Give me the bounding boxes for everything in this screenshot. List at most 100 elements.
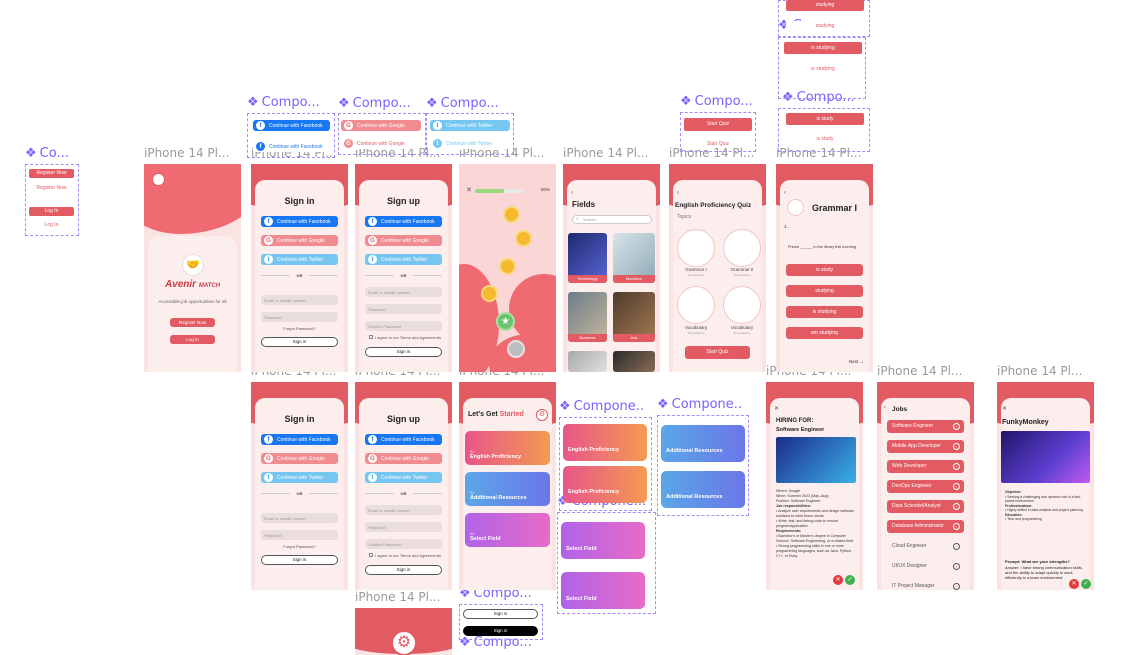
facebook-button[interactable]: f Continue with Facebook	[365, 216, 442, 227]
english-proficiency-card-alt[interactable]: English Proficiency	[563, 466, 647, 503]
field-tile-technology[interactable]: Technology	[568, 233, 607, 283]
back-arrow-icon[interactable]: ‹	[784, 190, 786, 196]
twitter-button[interactable]: t Continue with Twitter	[261, 472, 338, 483]
email-input[interactable]: Email or mobile number	[261, 295, 338, 305]
start-quiz-button[interactable]: Start Quiz	[685, 346, 750, 359]
sign-in-button[interactable]: Sign in	[365, 347, 442, 357]
email-input[interactable]: Email or mobile number	[365, 505, 442, 515]
speech-bubble-icon[interactable]	[677, 286, 715, 324]
email-input[interactable]: Email or mobile number	[365, 287, 442, 297]
forgot-password-link[interactable]: Forgot Password?	[251, 544, 348, 549]
google-button-alt[interactable]: G Continue with Google	[341, 138, 421, 149]
additional-resources-card-alt[interactable]: Additional Resources	[661, 471, 745, 508]
level-coin-icon[interactable]	[515, 230, 532, 247]
job-item[interactable]: IT Project Manager ›	[887, 580, 964, 590]
accept-icon[interactable]: ✓	[845, 575, 855, 585]
start-quiz-button-alt[interactable]: Start Quiz	[684, 139, 752, 150]
facebook-button[interactable]: f Continue with Facebook	[365, 434, 442, 445]
additional-resources-card[interactable]: 02 Additional Resources	[465, 472, 550, 506]
answer-option-4[interactable]: am studying	[786, 327, 863, 339]
level-coin-icon[interactable]	[503, 206, 520, 223]
studying-option-alt[interactable]: studying	[786, 21, 864, 32]
answer-option-3[interactable]: is studying	[786, 306, 863, 318]
next-link[interactable]: Next →	[849, 359, 864, 364]
select-field-card-alt[interactable]: Select Field	[561, 572, 645, 609]
select-field-card[interactable]: Select Field	[561, 522, 645, 559]
google-button[interactable]: G Continue with Google	[365, 235, 442, 246]
locked-level-icon[interactable]	[507, 340, 525, 358]
facebook-button-alt[interactable]: f Continue with Facebook	[253, 141, 330, 152]
google-button[interactable]: G Continue with Google	[261, 235, 338, 246]
register-now-button-alt[interactable]: Register Now	[29, 184, 74, 193]
job-item[interactable]: Software Engineer ›	[887, 420, 964, 433]
log-in-button-alt[interactable]: Log In	[29, 221, 74, 230]
facebook-button[interactable]: f Continue with Facebook	[261, 216, 338, 227]
password-input[interactable]: Password	[365, 304, 442, 314]
is-studying-option-alt[interactable]: is studying	[784, 63, 862, 75]
sign-in-button[interactable]: Sign in	[261, 555, 338, 565]
english-proficiency-card[interactable]: English Proficiency	[563, 424, 647, 461]
terms-checkbox[interactable]: I agree to our Terms and Agreements	[369, 553, 441, 558]
english-proficiency-card[interactable]: 01 English Proficiency	[465, 431, 550, 465]
close-icon[interactable]: ✕	[774, 405, 779, 412]
twitter-button[interactable]: t Continue with Twitter	[365, 472, 442, 483]
field-tile-medicine[interactable]: Medicine	[613, 233, 655, 283]
twitter-button[interactable]: t Continue with Twitter	[365, 254, 442, 265]
level-coin-icon[interactable]	[499, 258, 516, 275]
back-arrow-icon[interactable]: ‹	[884, 405, 886, 411]
accept-icon[interactable]: ✓	[1081, 579, 1091, 589]
is-study-option[interactable]: is study	[786, 113, 864, 125]
facebook-button[interactable]: f Continue with Facebook	[261, 434, 338, 445]
reject-icon[interactable]: ✕	[833, 575, 843, 585]
level-coin-icon[interactable]	[481, 285, 498, 302]
twitter-button[interactable]: t Continue with Twitter	[430, 120, 510, 131]
sign-in-button[interactable]: Sign in	[261, 337, 338, 347]
google-button[interactable]: G Continue with Google	[261, 453, 338, 464]
google-button[interactable]: G Continue with Google	[365, 453, 442, 464]
star-level-icon[interactable]: ★	[496, 312, 515, 331]
is-studying-option[interactable]: is studying	[784, 42, 862, 54]
job-item[interactable]: Data Scientist/Analyst ›	[887, 500, 964, 513]
reject-icon[interactable]: ✕	[1069, 579, 1079, 589]
password-input[interactable]: Password	[261, 312, 338, 322]
password-input[interactable]: Password	[365, 522, 442, 532]
job-item[interactable]: Cloud Engineer ›	[887, 540, 964, 553]
job-item[interactable]: Database Administrator ›	[887, 520, 964, 533]
field-tile-arts[interactable]: Arts	[613, 292, 655, 342]
sign-in-button-dark[interactable]: Sign in	[463, 626, 538, 636]
back-arrow-icon[interactable]: ‹	[677, 190, 679, 196]
email-input[interactable]: Email or mobile number	[261, 513, 338, 523]
search-input[interactable]: ⌕ Search	[572, 215, 652, 224]
studying-option[interactable]: studying	[786, 0, 864, 11]
grammar-clipboard-icon[interactable]	[677, 229, 715, 267]
answer-option-2[interactable]: studying	[786, 285, 863, 297]
grammar-clipboard-icon[interactable]	[723, 229, 761, 267]
close-icon[interactable]: ✕	[466, 186, 472, 194]
log-in-button[interactable]: Log In	[170, 335, 215, 344]
twitter-button[interactable]: t Continue with Twitter	[261, 254, 338, 265]
register-now-button[interactable]: Register Now	[29, 169, 74, 178]
confirm-password-input[interactable]: Confirm Password	[365, 539, 442, 549]
job-item[interactable]: UI/UX Designer ›	[887, 560, 964, 573]
sign-in-button[interactable]: Sign in	[365, 565, 442, 575]
job-item[interactable]: Mobile App Developer ›	[887, 440, 964, 453]
register-now-button[interactable]: Register Now	[170, 318, 215, 327]
additional-resources-card[interactable]: Additional Resources	[661, 425, 745, 462]
field-tile[interactable]	[613, 351, 655, 372]
gear-icon[interactable]: ⚙	[536, 409, 548, 421]
is-study-option-alt[interactable]: is study	[786, 133, 864, 145]
select-field-card[interactable]: 03 Select Field	[465, 513, 550, 547]
back-arrow-icon[interactable]: ‹	[571, 190, 573, 196]
google-button[interactable]: G Continue with Google	[341, 120, 421, 131]
answer-option-1[interactable]: is study	[786, 264, 863, 276]
log-in-button[interactable]: Log In	[29, 207, 74, 216]
field-tile-business[interactable]: Business	[568, 292, 607, 342]
book-icon[interactable]	[723, 286, 761, 324]
job-item[interactable]: Web Developer ›	[887, 460, 964, 473]
password-input[interactable]: Password	[261, 530, 338, 540]
sign-in-button[interactable]: Sign in	[463, 609, 538, 619]
close-icon[interactable]: ✕	[1002, 405, 1007, 412]
terms-checkbox[interactable]: I agree to our Terms and Agreements	[369, 335, 441, 340]
confirm-password-input[interactable]: Confirm Password	[365, 321, 442, 331]
facebook-button[interactable]: f Continue with Facebook	[253, 120, 330, 131]
